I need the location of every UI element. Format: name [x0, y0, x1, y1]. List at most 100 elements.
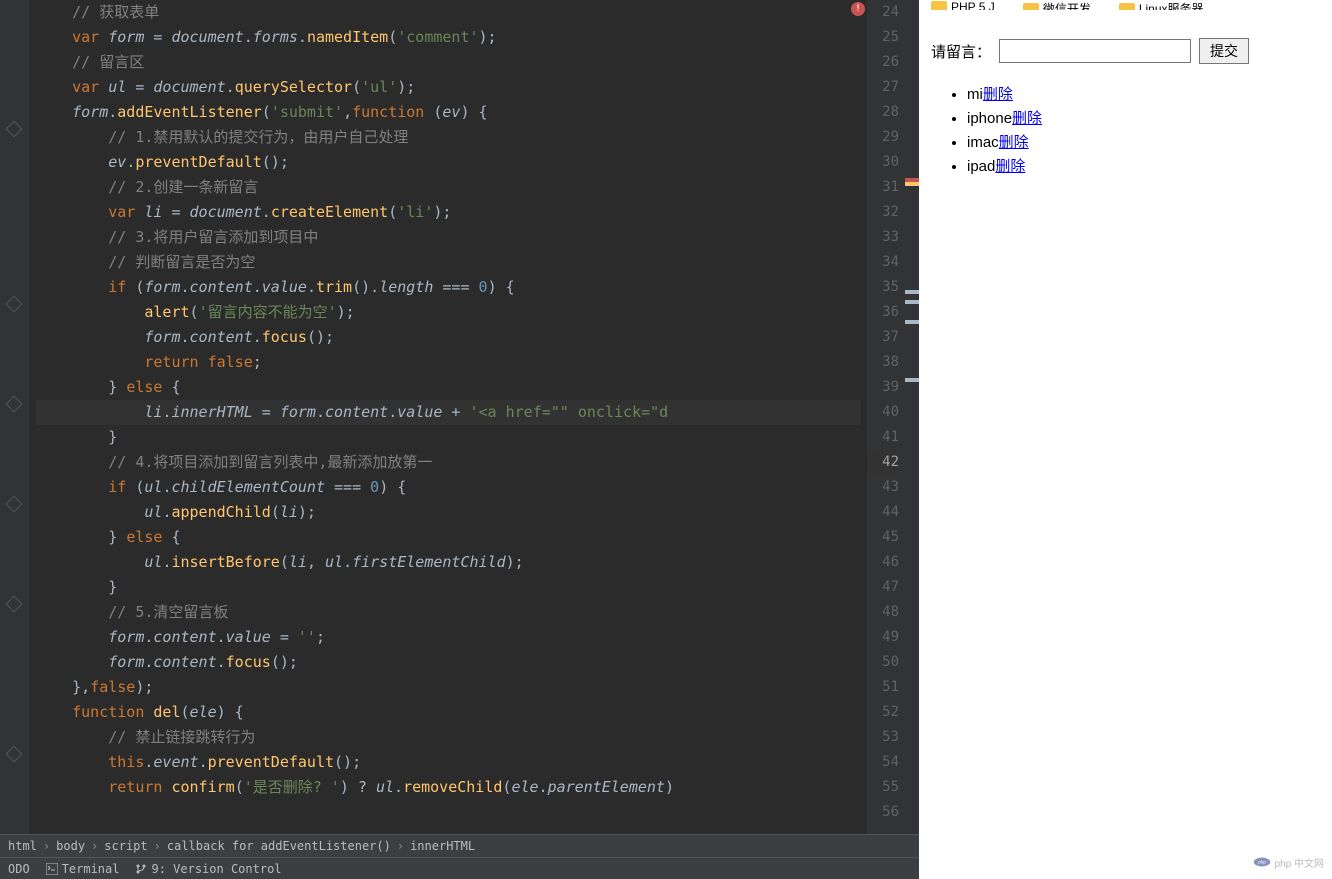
- line-number[interactable]: 39: [867, 375, 899, 400]
- line-number[interactable]: 38: [867, 350, 899, 375]
- code-line[interactable]: alert('留言内容不能为空');: [36, 300, 861, 325]
- line-number[interactable]: 29: [867, 125, 899, 150]
- breadcrumb-item[interactable]: body: [56, 839, 85, 853]
- line-number[interactable]: 40: [867, 400, 899, 425]
- code-line[interactable]: // 4.将项目添加到留言列表中,最新添加放第一: [36, 450, 861, 475]
- line-number[interactable]: 30: [867, 150, 899, 175]
- line-number[interactable]: 26: [867, 50, 899, 75]
- minimap-mark[interactable]: [905, 320, 919, 324]
- code-line[interactable]: return confirm('是否删除? ') ? ul.removeChil…: [36, 775, 861, 800]
- line-number[interactable]: 41: [867, 425, 899, 450]
- error-indicator-icon[interactable]: !: [851, 2, 865, 16]
- line-number[interactable]: 31: [867, 175, 899, 200]
- code-line[interactable]: if (form.content.value.trim().length ===…: [36, 275, 861, 300]
- breadcrumb-item[interactable]: html: [8, 839, 37, 853]
- submit-button[interactable]: 提交: [1199, 38, 1249, 64]
- code-line[interactable]: // 3.将用户留言添加到项目中: [36, 225, 861, 250]
- minimap-mark[interactable]: [905, 290, 919, 294]
- line-number[interactable]: 44: [867, 500, 899, 525]
- minimap-mark[interactable]: [905, 182, 919, 186]
- line-number[interactable]: 42: [867, 450, 899, 475]
- code-line[interactable]: // 5.清空留言板: [36, 600, 861, 625]
- line-number[interactable]: 27: [867, 75, 899, 100]
- code-content[interactable]: // 获取表单 var form = document.forms.namedI…: [30, 0, 867, 834]
- breadcrumb[interactable]: html› body› script› callback for addEven…: [0, 834, 919, 857]
- code-line[interactable]: li.innerHTML = form.content.value + '<a …: [36, 400, 861, 425]
- delete-link[interactable]: 删除: [995, 158, 1025, 175]
- code-line[interactable]: ul.insertBefore(li, ul.firstElementChild…: [36, 550, 861, 575]
- code-line[interactable]: ul.appendChild(li);: [36, 500, 861, 525]
- line-number[interactable]: 56: [867, 800, 899, 825]
- folding-gutter[interactable]: [0, 0, 30, 834]
- line-numbers[interactable]: 2425262728293031323334353637383940414243…: [867, 0, 905, 834]
- fold-marker-icon[interactable]: [6, 746, 23, 763]
- todo-tool[interactable]: ODO: [8, 862, 30, 876]
- message-input[interactable]: [999, 39, 1191, 63]
- breadcrumb-item[interactable]: callback for addEventListener(): [167, 839, 391, 853]
- line-number[interactable]: 51: [867, 675, 899, 700]
- line-number[interactable]: 35: [867, 275, 899, 300]
- code-line[interactable]: var ul = document.querySelector('ul');: [36, 75, 861, 100]
- code-line[interactable]: // 获取表单: [36, 0, 861, 25]
- line-number[interactable]: 55: [867, 775, 899, 800]
- fold-marker-icon[interactable]: [6, 596, 23, 613]
- code-area[interactable]: // 获取表单 var form = document.forms.namedI…: [0, 0, 919, 834]
- code-line[interactable]: // 2.创建一条新留言: [36, 175, 861, 200]
- delete-link[interactable]: 删除: [1012, 110, 1042, 127]
- line-number[interactable]: 32: [867, 200, 899, 225]
- line-number[interactable]: 54: [867, 750, 899, 775]
- vcs-tool[interactable]: 9: Version Control: [135, 862, 281, 876]
- minimap-mark[interactable]: [905, 378, 919, 382]
- line-number[interactable]: 37: [867, 325, 899, 350]
- code-line[interactable]: return false;: [36, 350, 861, 375]
- delete-link[interactable]: 删除: [983, 86, 1013, 103]
- scrollbar-marks[interactable]: [905, 0, 919, 834]
- fold-marker-icon[interactable]: [6, 121, 23, 138]
- fold-marker-icon[interactable]: [6, 496, 23, 513]
- bookmark-item[interactable]: PHP 5 J: [931, 0, 995, 10]
- code-line[interactable]: form.addEventListener('submit',function …: [36, 100, 861, 125]
- code-line[interactable]: }: [36, 575, 861, 600]
- code-line[interactable]: if (ul.childElementCount === 0) {: [36, 475, 861, 500]
- line-number[interactable]: 36: [867, 300, 899, 325]
- line-number[interactable]: 34: [867, 250, 899, 275]
- bookmark-item[interactable]: Linux服务器: [1119, 0, 1204, 10]
- line-number[interactable]: 50: [867, 650, 899, 675]
- code-line[interactable]: function del(ele) {: [36, 700, 861, 725]
- code-line[interactable]: } else {: [36, 525, 861, 550]
- bookmark-item[interactable]: 微信开发: [1023, 0, 1091, 10]
- code-line[interactable]: form.content.value = '';: [36, 625, 861, 650]
- code-line[interactable]: var form = document.forms.namedItem('com…: [36, 25, 861, 50]
- line-number[interactable]: 52: [867, 700, 899, 725]
- line-number[interactable]: 25: [867, 25, 899, 50]
- code-line[interactable]: } else {: [36, 375, 861, 400]
- line-number[interactable]: 53: [867, 725, 899, 750]
- line-number[interactable]: 46: [867, 550, 899, 575]
- code-line[interactable]: form.content.focus();: [36, 325, 861, 350]
- code-line[interactable]: var li = document.createElement('li');: [36, 200, 861, 225]
- line-number[interactable]: 45: [867, 525, 899, 550]
- terminal-tool[interactable]: Terminal: [46, 862, 120, 876]
- line-number[interactable]: 43: [867, 475, 899, 500]
- code-line[interactable]: // 判断留言是否为空: [36, 250, 861, 275]
- line-number[interactable]: 24: [867, 0, 899, 25]
- fold-marker-icon[interactable]: [6, 396, 23, 413]
- code-line[interactable]: // 禁止链接跳转行为: [36, 725, 861, 750]
- breadcrumb-item[interactable]: innerHTML: [410, 839, 475, 853]
- line-number[interactable]: 49: [867, 625, 899, 650]
- line-number[interactable]: 47: [867, 575, 899, 600]
- code-line[interactable]: this.event.preventDefault();: [36, 750, 861, 775]
- code-line[interactable]: // 留言区: [36, 50, 861, 75]
- bookmarks-bar[interactable]: PHP 5 J 微信开发 Linux服务器: [919, 0, 1332, 10]
- code-line[interactable]: ev.preventDefault();: [36, 150, 861, 175]
- fold-marker-icon[interactable]: [6, 296, 23, 313]
- breadcrumb-item[interactable]: script: [104, 839, 147, 853]
- code-line[interactable]: },false);: [36, 675, 861, 700]
- code-line[interactable]: // 1.禁用默认的提交行为，由用户自己处理: [36, 125, 861, 150]
- line-number[interactable]: 48: [867, 600, 899, 625]
- line-number[interactable]: 33: [867, 225, 899, 250]
- line-number[interactable]: 28: [867, 100, 899, 125]
- code-line[interactable]: }: [36, 425, 861, 450]
- minimap-mark[interactable]: [905, 300, 919, 304]
- delete-link[interactable]: 删除: [999, 134, 1029, 151]
